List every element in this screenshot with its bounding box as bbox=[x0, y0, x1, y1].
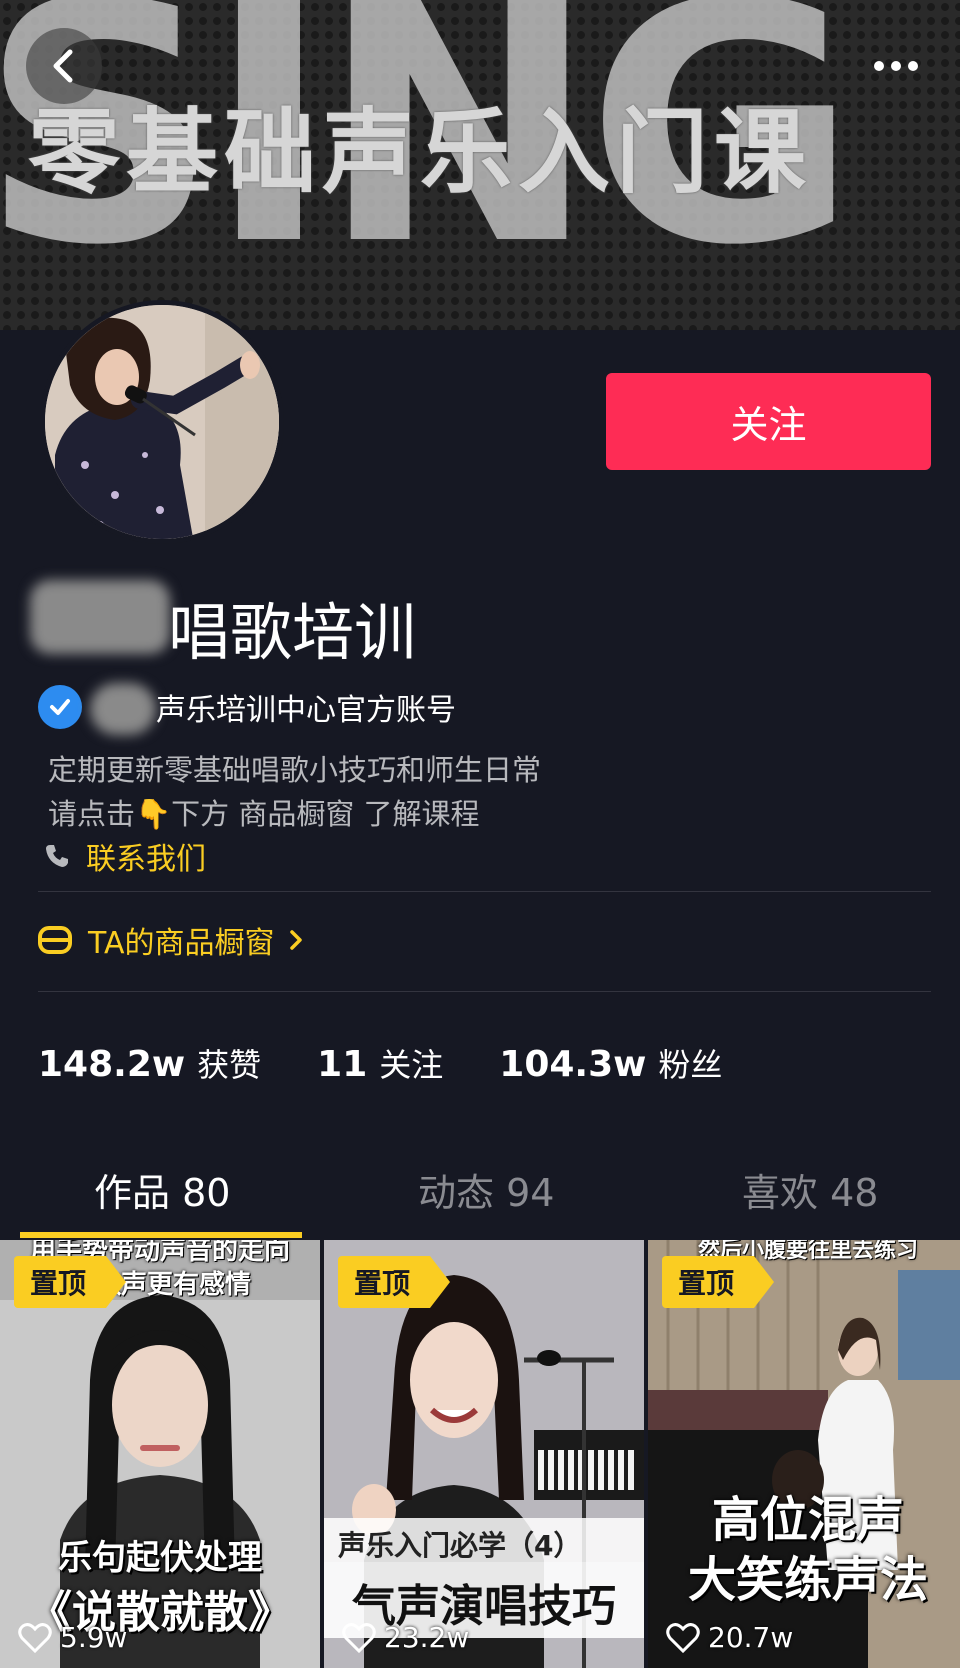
chevron-right-icon bbox=[289, 930, 302, 950]
video-caption-line-1: 声乐入门必学（4） bbox=[338, 1529, 582, 1562]
censored-name-prefix bbox=[30, 580, 170, 654]
profile-banner: SING 零基础声乐入门课 bbox=[0, 0, 960, 330]
bio-line-2-end: 下方 商品橱窗 了解课程 bbox=[171, 797, 480, 831]
active-tab-indicator bbox=[20, 1232, 302, 1238]
contact-us-link[interactable]: 联系我们 bbox=[44, 834, 206, 878]
shop-window-label: TA的商品橱窗 bbox=[88, 926, 275, 961]
likes-count: 23.2w bbox=[384, 1621, 470, 1654]
video-caption-line-2: 大笑练声法 bbox=[687, 1552, 928, 1608]
back-button[interactable] bbox=[26, 28, 102, 104]
likes-count: 5.9w bbox=[60, 1621, 128, 1654]
point-down-emoji: 👇 bbox=[135, 797, 172, 831]
likes-count: 148.2w bbox=[38, 1044, 186, 1085]
profile-bio: 定期更新零基础唱歌小技巧和师生日常 请点击👇下方 商品橱窗 了解课程 bbox=[48, 748, 541, 836]
likes-count: 20.7w bbox=[708, 1621, 794, 1654]
tab-likes[interactable]: 喜欢 48 bbox=[742, 1162, 878, 1217]
heart-icon bbox=[666, 1622, 700, 1653]
pinned-badge: 置顶 bbox=[14, 1256, 127, 1308]
follow-button[interactable]: 关注 bbox=[606, 373, 931, 470]
chevron-left-icon bbox=[53, 49, 73, 83]
verified-check-icon bbox=[38, 685, 82, 729]
tab-posts[interactable]: 动态 94 bbox=[418, 1162, 554, 1217]
phone-icon bbox=[46, 845, 68, 867]
video-caption-line-1: 乐句起伏处理 bbox=[58, 1538, 262, 1578]
bio-line-1: 定期更新零基础唱歌小技巧和师生日常 bbox=[48, 753, 542, 787]
heart-icon bbox=[342, 1622, 376, 1653]
video-thumbnail[interactable]: 用手势带动声音的走向 让歌声更有感情 置顶 乐句起伏处理 《说散就散》 5.9w bbox=[0, 1240, 320, 1668]
video-likes: 5.9w bbox=[18, 1621, 127, 1654]
following-count[interactable]: 11 bbox=[317, 1044, 367, 1085]
followers-label[interactable]: 粉丝 bbox=[658, 1040, 722, 1086]
video-grid: 用手势带动声音的走向 让歌声更有感情 置顶 乐句起伏处理 《说散就散》 5.9w… bbox=[0, 1240, 960, 1668]
content-tabs: 作品 80 动态 94 喜欢 48 bbox=[0, 1150, 960, 1238]
video-likes: 23.2w bbox=[342, 1621, 469, 1654]
divider bbox=[38, 891, 931, 892]
likes-label: 获赞 bbox=[197, 1046, 262, 1084]
bio-line-2-start: 请点击 bbox=[48, 797, 136, 831]
more-button[interactable] bbox=[858, 28, 934, 104]
video-likes: 20.7w bbox=[666, 1621, 793, 1654]
pinned-badge: 置顶 bbox=[662, 1256, 775, 1308]
divider bbox=[38, 991, 931, 992]
pinned-badge: 置顶 bbox=[338, 1256, 451, 1308]
verified-label: 声乐培训中心官方账号 bbox=[156, 693, 456, 728]
banner-title: 零基础声乐入门课 bbox=[28, 99, 813, 206]
censored-verify-prefix bbox=[90, 683, 156, 735]
heart-icon bbox=[18, 1622, 52, 1653]
profile-name: 唱歌培训 bbox=[168, 596, 417, 669]
video-thumbnail[interactable]: 置顶 声乐入门必学（4） 气声演唱技巧 23.2w bbox=[324, 1240, 644, 1668]
verification-row: 声乐培训中心官方账号 bbox=[38, 683, 456, 735]
video-thumbnail[interactable]: 然后小腹要往里去练习 置顶 高位混声 大笑练声法 20.7w bbox=[648, 1240, 960, 1668]
contact-us-label: 联系我们 bbox=[86, 842, 206, 877]
bio-line-2: 请点击👇下方 商品橱窗 了解课程 bbox=[48, 792, 541, 836]
shop-window-link[interactable]: TA的商品橱窗 bbox=[38, 918, 307, 962]
tab-works[interactable]: 作品 80 bbox=[94, 1162, 230, 1217]
avatar-image bbox=[45, 305, 279, 539]
avatar[interactable] bbox=[40, 300, 284, 544]
shop-icon bbox=[38, 926, 72, 954]
following-label[interactable]: 关注 bbox=[379, 1040, 443, 1086]
followers-count[interactable]: 104.3w bbox=[499, 1044, 646, 1085]
more-horizontal-icon bbox=[874, 61, 918, 71]
profile-stats: 148.2w 获赞 11 关注 104.3w 粉丝 bbox=[38, 1040, 722, 1086]
